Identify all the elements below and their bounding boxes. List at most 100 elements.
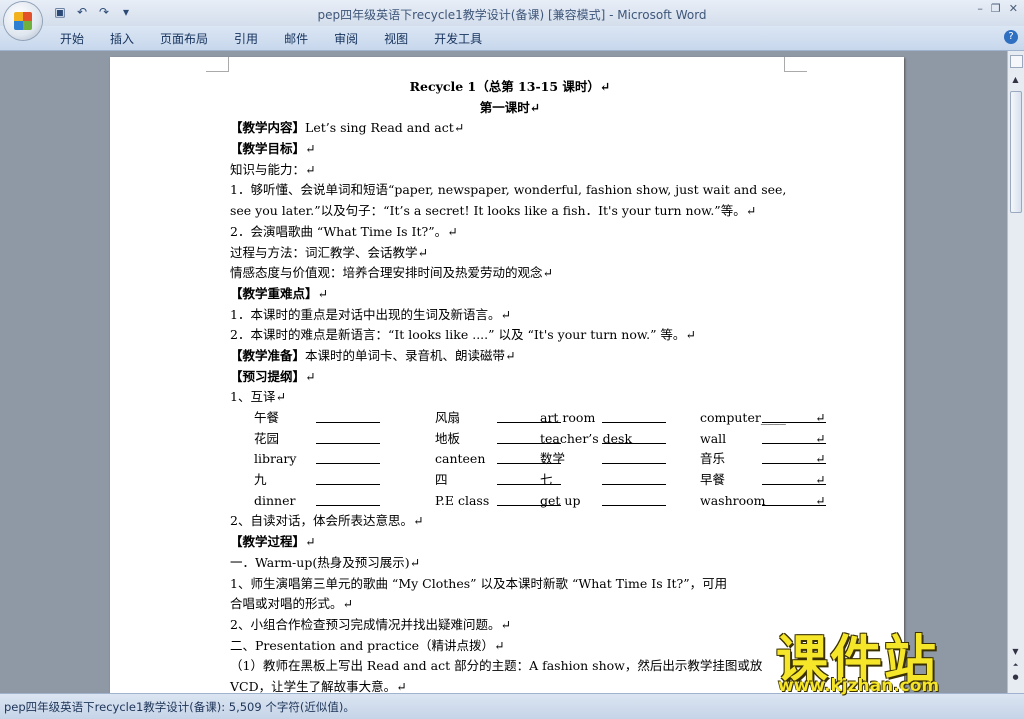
answer-blank[interactable]	[602, 463, 666, 465]
vocab-cell: wall	[700, 430, 727, 446]
doc-line: 情感态度与价值观：培养合理安排时间及热爱劳动的观念↵	[230, 263, 790, 284]
answer-blank[interactable]	[316, 422, 380, 423]
vocab-cell: art room	[540, 410, 596, 425]
vocab-cell: 早餐	[700, 472, 726, 488]
tab-home[interactable]: 开始	[60, 30, 98, 47]
scroll-thumb[interactable]	[1010, 91, 1022, 213]
doc-line: 【教学过程】↵	[230, 532, 790, 553]
paragraph-mark: ↵	[815, 472, 826, 488]
close-icon[interactable]: ✕	[1009, 2, 1018, 15]
office-logo-icon	[14, 12, 32, 30]
watermark-url: www.kjzhan.com	[778, 676, 940, 696]
vocab-cell: library	[254, 451, 297, 467]
vocab-cell: 音乐	[700, 451, 726, 467]
answer-blank[interactable]	[316, 504, 380, 506]
answer-blank[interactable]	[316, 484, 380, 486]
doc-line-text: see you later.”以及句子：“It’s a secret! It l…	[230, 203, 757, 219]
doc-line: 【教学重难点】↵	[230, 284, 790, 305]
document-workspace: Recycle 1（总第 13-15 课时）↵ 第一课时↵ 【教学内容】Let’…	[0, 51, 1008, 693]
tab-insert[interactable]: 插入	[110, 30, 148, 47]
section-heading: 【教学重难点】	[230, 285, 318, 301]
doc-line: 1、师生演唱第三单元的歌曲 “My Clothes” 以及本课时新歌 “What…	[230, 574, 790, 595]
vertical-scrollbar[interactable]: ▲ ▼ ⏶ ●	[1007, 51, 1024, 693]
help-icon[interactable]: ?	[1004, 30, 1018, 44]
doc-line: 【教学内容】Let’s sing Read and act↵	[230, 118, 790, 139]
status-text: pep四年级英语下recycle1教学设计(备课): 5,509 个字符(近似值…	[4, 700, 355, 714]
doc-line-text: 2、自读对话，体会所表达意思。↵	[230, 513, 424, 529]
doc-line: 【教学准备】本课时的单词卡、录音机、朗读磁带↵	[230, 346, 790, 367]
ribbon-tabs: 开始 插入 页面布局 引用 邮件 审阅 视图 开发工具	[60, 30, 508, 47]
doc-line-text: 1、师生演唱第三单元的歌曲 “My Clothes” 以及本课时新歌 “What…	[230, 575, 728, 591]
office-button[interactable]	[4, 2, 42, 40]
doc-line-text: 2．会演唱歌曲 “What Time Is It?”。↵	[230, 223, 458, 239]
vocab-cell: 花园	[254, 430, 280, 446]
tab-page-layout[interactable]: 页面布局	[160, 30, 222, 47]
answer-blank[interactable]	[602, 504, 666, 506]
vocab-cell: washroom	[700, 492, 766, 508]
doc-line-text: 本课时的单词卡、录音机、朗读磁带↵	[305, 347, 516, 363]
doc-line-text: 二、Presentation and practice（精讲点拨）↵	[230, 637, 505, 653]
doc-line: 2．会演唱歌曲 “What Time Is It?”。↵	[230, 222, 790, 243]
answer-blank[interactable]	[602, 422, 666, 423]
answer-blank[interactable]	[602, 442, 666, 444]
doc-line: 二、Presentation and practice（精讲点拨）↵	[230, 636, 790, 657]
doc-line-text: 1．本课时的重点是对话中出现的生词及新语言。↵	[230, 306, 511, 322]
vocab-row: library canteen 数学 音乐 ↵	[230, 449, 826, 470]
vocab-cell: 地板	[435, 430, 461, 446]
doc-line-text: ↵	[305, 368, 316, 384]
browse-object-icon[interactable]: ●	[1010, 673, 1021, 683]
paragraph-mark: ↵	[815, 492, 826, 508]
doc-line-text: 1、互译↵	[230, 389, 286, 405]
watermark-logo: 课件站 www.kjzhan.com	[776, 618, 1006, 698]
doc-line-text: 一．Warm-up(热身及预习展示)↵	[230, 554, 421, 570]
doc-line-text: 2、小组合作检查预习完成情况并找出疑难问题。↵	[230, 616, 511, 632]
vocab-cell: P.E class	[435, 492, 490, 508]
tab-mailings[interactable]: 邮件	[284, 30, 322, 47]
doc-line-text: 知识与能力：↵	[230, 161, 316, 177]
prev-page-icon[interactable]: ⏶	[1010, 661, 1021, 671]
doc-line-text: Let’s sing Read and act↵	[305, 120, 465, 136]
doc-line: 合唱或对唱的形式。↵	[230, 594, 790, 615]
document-section-1: 【教学内容】Let’s sing Read and act↵ 【教学目标】↵ 知识与…	[230, 118, 790, 408]
window-controls: – ❐ ✕	[977, 2, 1018, 15]
answer-blank[interactable]	[316, 463, 380, 465]
doc-line: 过程与方法：词汇教学、会话教学↵	[230, 243, 790, 264]
doc-line-text: 2．本课时的难点是新语言：“It looks like ....” 以及 “It…	[230, 327, 696, 343]
crop-mark-top-right	[784, 57, 807, 72]
vocab-cell: 数学	[540, 451, 566, 467]
doc-line: 2、自读对话，体会所表达意思。↵	[230, 511, 790, 532]
scroll-up-icon[interactable]: ▲	[1010, 75, 1021, 85]
vocab-cell: 九	[254, 472, 267, 488]
paragraph-mark: ↵	[815, 430, 826, 446]
doc-line-text: （1）教师在黑板上写出 Read and act 部分的主题：A fashion…	[230, 658, 763, 674]
scroll-down-icon[interactable]: ▼	[1010, 647, 1021, 657]
maximize-icon[interactable]: ❐	[991, 2, 1001, 15]
tab-view[interactable]: 视图	[384, 30, 422, 47]
document-body[interactable]: Recycle 1（总第 13-15 课时）↵ 第一课时↵ 【教学内容】Let’…	[230, 77, 826, 693]
doc-line: VCD，让学生了解故事大意。↵	[230, 677, 790, 693]
document-page[interactable]: Recycle 1（总第 13-15 课时）↵ 第一课时↵ 【教学内容】Let’…	[110, 57, 904, 693]
split-icon[interactable]	[1010, 55, 1023, 68]
document-subtitle: 第一课时↵	[479, 99, 541, 115]
vocab-row: 花园 地板 teacher’s desk wall ↵	[230, 429, 826, 450]
vocab-cell: 四	[435, 472, 448, 488]
doc-line-text: ↵	[317, 285, 328, 301]
crop-mark-top-left	[206, 57, 229, 72]
minimize-icon[interactable]: –	[977, 2, 983, 15]
doc-line: 1、互译↵	[230, 387, 790, 408]
window-title: pep四年级英语下recycle1教学设计(备课) [兼容模式] - Micro…	[317, 8, 707, 22]
tab-review[interactable]: 审阅	[334, 30, 372, 47]
vocab-cell: canteen	[435, 451, 486, 467]
vocab-row: 午餐 风扇 art room computer____ ↵	[230, 408, 826, 429]
vocab-cell: dinner	[254, 492, 296, 508]
tab-references[interactable]: 引用	[234, 30, 272, 47]
doc-line: 2．本课时的难点是新语言：“It looks like ....” 以及 “It…	[230, 325, 790, 346]
doc-line: see you later.”以及句子：“It’s a secret! It l…	[230, 201, 790, 222]
tab-developer[interactable]: 开发工具	[434, 30, 496, 47]
vocab-cell: computer____	[700, 410, 786, 425]
vocab-table: 午餐 风扇 art room computer____ ↵ 花园 地板 teacher’s d…	[230, 408, 826, 511]
doc-line-text: 合唱或对唱的形式。↵	[230, 596, 353, 612]
answer-blank[interactable]	[316, 442, 380, 444]
answer-blank[interactable]	[602, 484, 666, 486]
vocab-row: 九 四 七 早餐 ↵	[230, 470, 826, 491]
